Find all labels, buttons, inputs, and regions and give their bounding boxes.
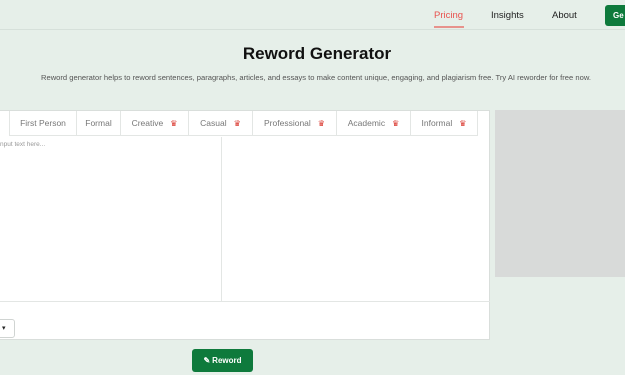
tab-label: Professional (264, 118, 311, 128)
tab-formal[interactable]: Formal (77, 111, 121, 136)
active-nav-indicator (434, 26, 464, 28)
ad-placeholder (495, 110, 625, 277)
get-started-button[interactable]: Ge (605, 5, 625, 26)
tab-standard[interactable] (0, 111, 10, 136)
mode-tabs: First Person Formal Creative ♛ Casual ♛ Pr… (0, 111, 478, 136)
nav-link-about[interactable]: About (552, 10, 577, 21)
tab-label: First Person (20, 118, 66, 128)
tab-label: Informal (421, 118, 453, 128)
crown-icon: ♛ (233, 119, 241, 128)
output-pane (223, 137, 489, 302)
pencil-icon: ✎ (203, 356, 211, 365)
tab-label: Formal (85, 118, 112, 128)
crown-icon: ♛ (170, 119, 178, 128)
nav-link-insights[interactable]: Insights (491, 10, 524, 21)
crown-icon: ♛ (392, 119, 400, 128)
tab-first-person[interactable]: First Person (10, 111, 77, 136)
tab-label: Casual (200, 118, 227, 128)
reword-label: Reword (212, 356, 242, 365)
tab-informal[interactable]: Informal ♛ (411, 111, 478, 136)
tab-label: Creative (131, 118, 164, 128)
editor-card: First Person Formal Creative ♛ Casual ♛ Pr… (0, 110, 490, 340)
editor-footer: ▾ (0, 301, 490, 341)
crown-icon: ♛ (459, 119, 467, 128)
tab-casual[interactable]: Casual ♛ (189, 111, 253, 136)
tab-creative[interactable]: Creative ♛ (121, 111, 189, 136)
tab-label: Academic (347, 118, 386, 128)
reword-button[interactable]: ✎ Reword (192, 349, 253, 372)
input-pane (0, 137, 222, 302)
top-nav: Pricing Insights About Ge (0, 0, 625, 30)
page-title: Reword Generator (242, 44, 392, 63)
language-select[interactable]: ▾ (0, 319, 15, 338)
tab-professional[interactable]: Professional ♛ (253, 111, 337, 136)
page-description: Reword generator helps to reword sentenc… (40, 73, 591, 82)
input-textarea[interactable] (0, 137, 221, 302)
tab-academic[interactable]: Academic ♛ (337, 111, 411, 136)
crown-icon: ♛ (317, 119, 325, 128)
nav-link-pricing[interactable]: Pricing (434, 10, 463, 21)
